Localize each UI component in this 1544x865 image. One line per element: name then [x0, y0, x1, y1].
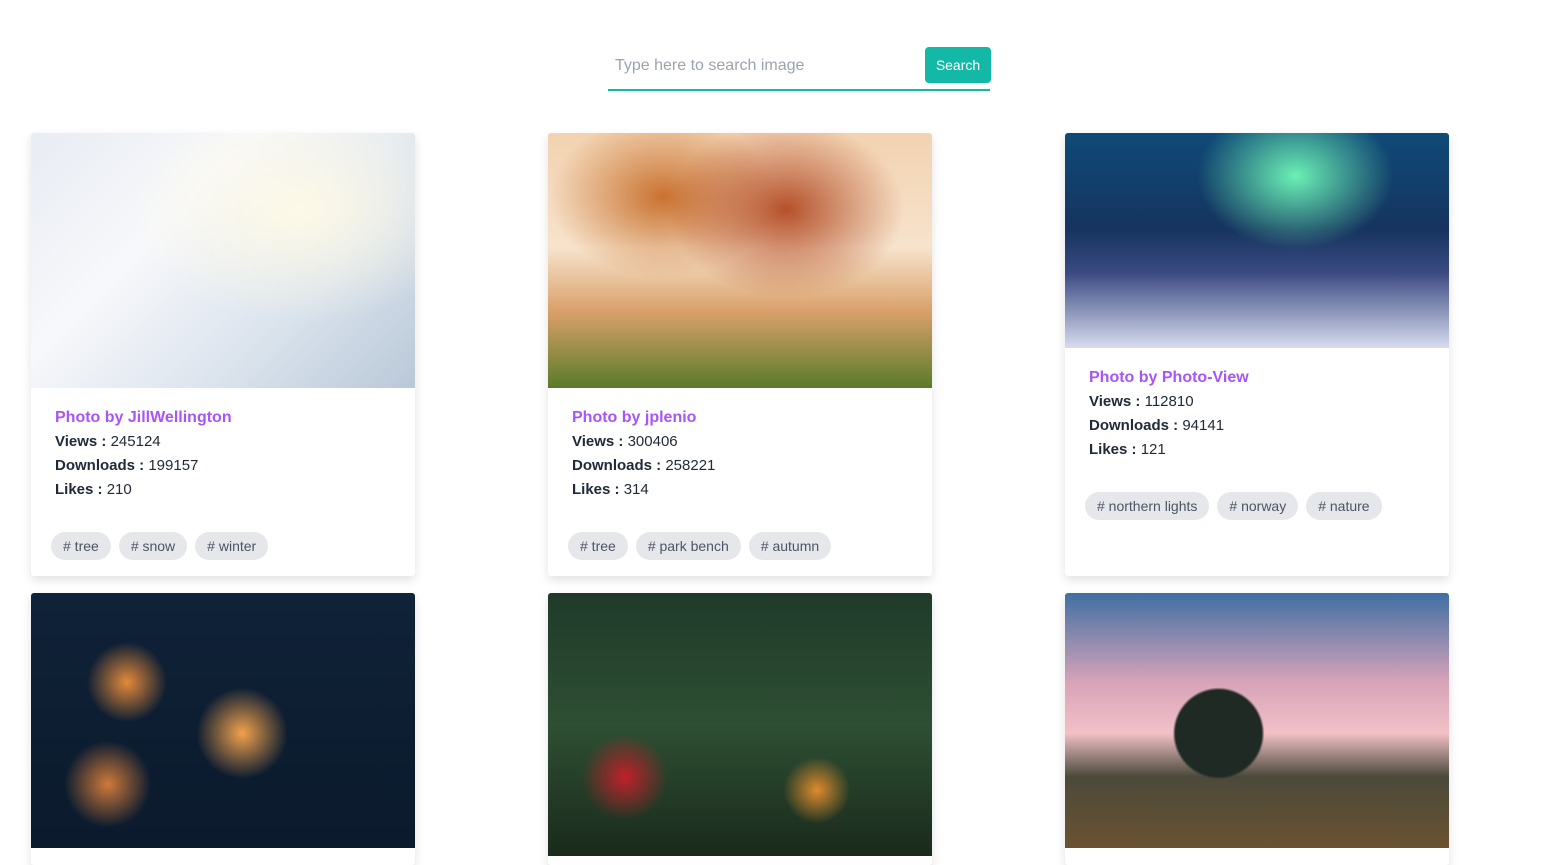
views-line: Views : 112810 [1089, 390, 1425, 414]
card-image-autumn-tree[interactable] [548, 133, 932, 388]
downloads-label: Downloads : [55, 457, 145, 474]
likes-value: 210 [106, 481, 132, 498]
likes-line: Likes : 314 [572, 478, 908, 502]
card-image-tree-field[interactable] [1065, 593, 1449, 848]
card-image-christmas-ornaments[interactable] [548, 593, 932, 856]
downloads-line: Downloads : 199157 [55, 454, 391, 478]
card-image-star-lights[interactable] [31, 593, 415, 848]
likes-label: Likes : [55, 481, 103, 498]
card-image-snowy-branch[interactable] [31, 133, 415, 388]
tag-chip[interactable]: # tree [568, 532, 628, 560]
card-body: Photo by JillWellington Views : 245124 D… [31, 388, 415, 502]
views-label: Views : [55, 433, 107, 450]
tag-chip[interactable]: # nature [1306, 492, 1382, 520]
views-value: 300406 [627, 433, 678, 450]
tag-list: # tree # park bench # autumn [568, 532, 832, 560]
card-body: Photo by Photo-View Views : 112810 Downl… [1065, 348, 1449, 462]
views-value: 112810 [1144, 393, 1194, 410]
downloads-label: Downloads : [572, 457, 662, 474]
downloads-line: Downloads : 94141 [1089, 414, 1425, 438]
image-card [31, 593, 415, 865]
views-label: Views : [572, 433, 624, 450]
card-body: Photo by jplenio Views : 300406 Download… [548, 388, 932, 502]
search-bar: Search [608, 46, 991, 91]
views-line: Views : 245124 [55, 430, 391, 454]
likes-value: 314 [623, 481, 649, 498]
likes-value: 121 [1140, 441, 1166, 458]
image-card [1065, 593, 1449, 865]
image-card: Photo by JillWellington Views : 245124 D… [31, 133, 415, 576]
image-card [548, 593, 932, 865]
image-card: Photo by jplenio Views : 300406 Download… [548, 133, 932, 576]
views-line: Views : 300406 [572, 430, 908, 454]
tag-chip[interactable]: # park bench [635, 532, 741, 560]
tag-chip[interactable]: # tree [51, 532, 111, 560]
tag-chip[interactable]: # northern lights [1085, 492, 1210, 520]
tag-list: # tree # snow # winter [51, 532, 269, 560]
card-author: Photo by jplenio [572, 409, 697, 426]
search-button[interactable]: Search [925, 47, 991, 83]
tag-chip[interactable]: # snow [118, 532, 188, 560]
search-input[interactable] [608, 48, 922, 84]
views-value: 245124 [110, 433, 161, 450]
views-label: Views : [1089, 393, 1141, 410]
downloads-label: Downloads : [1089, 417, 1179, 434]
likes-label: Likes : [1089, 441, 1137, 458]
tag-chip[interactable]: # autumn [748, 532, 832, 560]
tag-list: # northern lights # norway # nature [1085, 492, 1382, 520]
downloads-value: 94141 [1182, 417, 1225, 434]
tag-chip[interactable]: # norway [1217, 492, 1299, 520]
card-author: Photo by JillWellington [55, 409, 232, 426]
card-author: Photo by Photo-View [1089, 369, 1249, 386]
likes-label: Likes : [572, 481, 620, 498]
likes-line: Likes : 121 [1089, 438, 1425, 462]
downloads-value: 199157 [148, 457, 199, 474]
card-image-northern-lights[interactable] [1065, 133, 1449, 348]
likes-line: Likes : 210 [55, 478, 391, 502]
tag-chip[interactable]: # winter [195, 532, 269, 560]
image-card: Photo by Photo-View Views : 112810 Downl… [1065, 133, 1449, 576]
downloads-line: Downloads : 258221 [572, 454, 908, 478]
downloads-value: 258221 [665, 457, 716, 474]
